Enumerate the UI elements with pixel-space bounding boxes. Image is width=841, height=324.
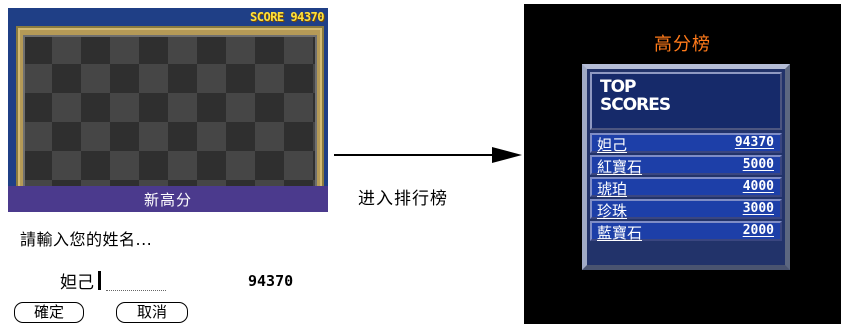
score-row[interactable]: 藍寶石 2000: [590, 221, 782, 242]
name-input-value[interactable]: 妲己: [60, 268, 94, 293]
new-high-score-dialog: 新高分 請輸入您的姓名... 妲己 94370 確定 取消: [8, 186, 328, 324]
score-row[interactable]: 珍珠 3000: [590, 199, 782, 220]
score-row-value: 3000: [742, 201, 774, 216]
top-scores-header: TOP SCORES: [590, 72, 782, 130]
score-row-name: 妲己: [597, 136, 628, 154]
score-row[interactable]: 琥珀 4000: [590, 177, 782, 198]
score-row[interactable]: 妲己 94370: [590, 133, 782, 154]
cancel-button[interactable]: 取消: [116, 302, 188, 323]
top-scores-line-1: TOP: [600, 77, 637, 97]
high-scores-title: 高分榜: [654, 34, 711, 55]
score-row-name: 紅寶石: [597, 158, 643, 176]
dialog-title-bar: 新高分: [8, 186, 328, 212]
arrow-right-icon: [492, 147, 522, 163]
high-scores-screen: 高分榜 TOP SCORES 妲己 94370 紅寶石 5000 琥珀 4000…: [524, 4, 841, 324]
score-display: SCORE 94370: [250, 10, 324, 24]
text-caret: [98, 271, 101, 290]
game-board[interactable]: [23, 35, 317, 205]
dialog-score-value: 94370: [248, 272, 294, 290]
top-scores-line-2: SCORES: [600, 95, 671, 115]
dialog-title: 新高分: [143, 191, 192, 209]
score-row-value: 2000: [742, 223, 774, 238]
score-row-value: 4000: [742, 179, 774, 194]
arrow-caption: 进入排行榜: [358, 189, 448, 209]
score-row-value: 5000: [742, 157, 774, 172]
name-input[interactable]: 妲己: [60, 268, 176, 294]
score-row-name: 琥珀: [597, 180, 628, 198]
score-row-value: 94370: [734, 135, 774, 150]
score-bar: SCORE 94370: [8, 8, 328, 28]
game-screen: SCORE 94370 新高分 請輸入您的姓名... 妲己 94370 確定 取…: [8, 8, 328, 324]
name-input-underline: [106, 290, 166, 291]
score-row[interactable]: 紅寶石 5000: [590, 155, 782, 176]
top-scores-logo: TOP SCORES: [600, 78, 720, 114]
name-prompt: 請輸入您的姓名...: [20, 230, 153, 249]
score-row-name: 藍寶石: [597, 224, 643, 242]
high-scores-panel: TOP SCORES 妲己 94370 紅寶石 5000 琥珀 4000 珍珠 …: [582, 64, 790, 270]
score-row-name: 珍珠: [597, 202, 628, 220]
arrow-line: [334, 154, 494, 156]
ok-button[interactable]: 確定: [14, 302, 84, 323]
